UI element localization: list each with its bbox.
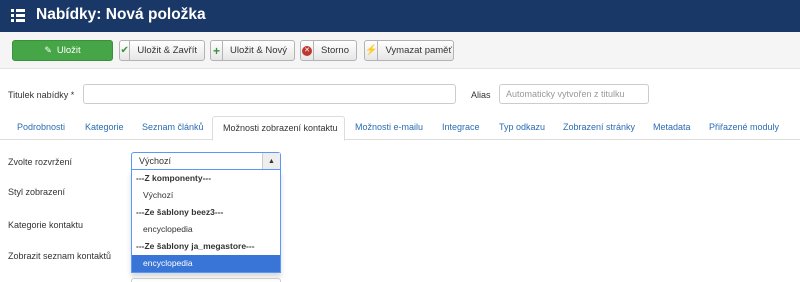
- tab-contact-display[interactable]: Možnosti zobrazení kontaktu: [212, 116, 345, 141]
- tab-metadata[interactable]: Metadata: [653, 116, 691, 140]
- title-label: Titulek nabídky *: [8, 90, 75, 100]
- option-group-component: ---Z komponenty---: [136, 173, 212, 183]
- option-encyclopedia-ja-megastore[interactable]: encyclopedia: [132, 255, 280, 272]
- clear-cache-button[interactable]: ⚡ Vymazat paměť: [364, 40, 454, 61]
- save-close-label: Uložit & Zavřít: [137, 45, 197, 56]
- tab-link-type[interactable]: Typ odkazu: [499, 116, 545, 140]
- save-new-label: Uložit & Nový: [229, 45, 287, 56]
- caret-up-icon[interactable]: ▲: [262, 153, 280, 169]
- plus-icon: +: [211, 41, 223, 60]
- layout-dropdown: ---Z komponenty--- Výchozí ---Ze šablony…: [131, 170, 281, 273]
- layout-select[interactable]: Výchozí ▲: [131, 152, 281, 170]
- tab-integration[interactable]: Integrace: [442, 116, 480, 140]
- cancel-label: Storno: [321, 45, 349, 56]
- save-button[interactable]: ✎ Uložit: [12, 40, 113, 61]
- page-title: Nabídky: Nová položka: [36, 6, 206, 23]
- tab-bar: Podrobnosti Kategorie Seznam článků Možn…: [0, 116, 800, 141]
- tab-page-display[interactable]: Zobrazení stránky: [563, 116, 635, 140]
- option-group-beez3: ---Ze šablony beez3---: [136, 207, 224, 217]
- cancel-icon: ✕: [301, 41, 314, 60]
- show-list-label: Zobrazit seznam kontaktů: [8, 251, 112, 261]
- tab-article-list[interactable]: Seznam článků: [142, 116, 204, 140]
- alias-input[interactable]: Automaticky vytvořen z titulku: [499, 84, 649, 104]
- tab-email-options[interactable]: Možnosti e-mailu: [355, 116, 423, 140]
- tab-category[interactable]: Kategorie: [85, 116, 124, 140]
- edit-icon: ✎: [44, 45, 52, 55]
- cancel-button[interactable]: ✕ Storno: [300, 40, 357, 61]
- menu-list-icon[interactable]: [11, 8, 25, 22]
- layout-label: Zvolte rozvržení: [8, 157, 73, 167]
- layout-select-value: Výchozí: [139, 156, 172, 166]
- option-default[interactable]: Výchozí: [132, 187, 280, 204]
- style-label: Styl zobrazení: [8, 187, 66, 197]
- save-new-button[interactable]: + Uložit & Nový: [210, 40, 295, 61]
- save-label: Uložit: [56, 45, 81, 56]
- show-list-select[interactable]: [131, 278, 281, 282]
- tab-details[interactable]: Podrobnosti: [17, 116, 65, 140]
- broom-icon: ⚡: [365, 41, 379, 60]
- alias-label: Alias: [471, 90, 491, 100]
- option-encyclopedia-beez3[interactable]: encyclopedia: [132, 221, 280, 238]
- save-close-button[interactable]: ✔ Uložit & Zavřít: [119, 40, 205, 61]
- option-group-ja-megastore: ---Ze šablony ja_megastore---: [136, 241, 255, 251]
- title-input[interactable]: [83, 84, 456, 104]
- clear-cache-label: Vymazat paměť: [385, 45, 453, 56]
- toolbar: ✎ Uložit ✔ Uložit & Zavřít + Uložit & No…: [0, 32, 800, 69]
- check-icon: ✔: [120, 41, 131, 60]
- app-header: Nabídky: Nová položka: [0, 0, 800, 32]
- category-label: Kategorie kontaktu: [8, 220, 84, 230]
- tab-assigned-modules[interactable]: Přiřazené moduly: [709, 116, 779, 140]
